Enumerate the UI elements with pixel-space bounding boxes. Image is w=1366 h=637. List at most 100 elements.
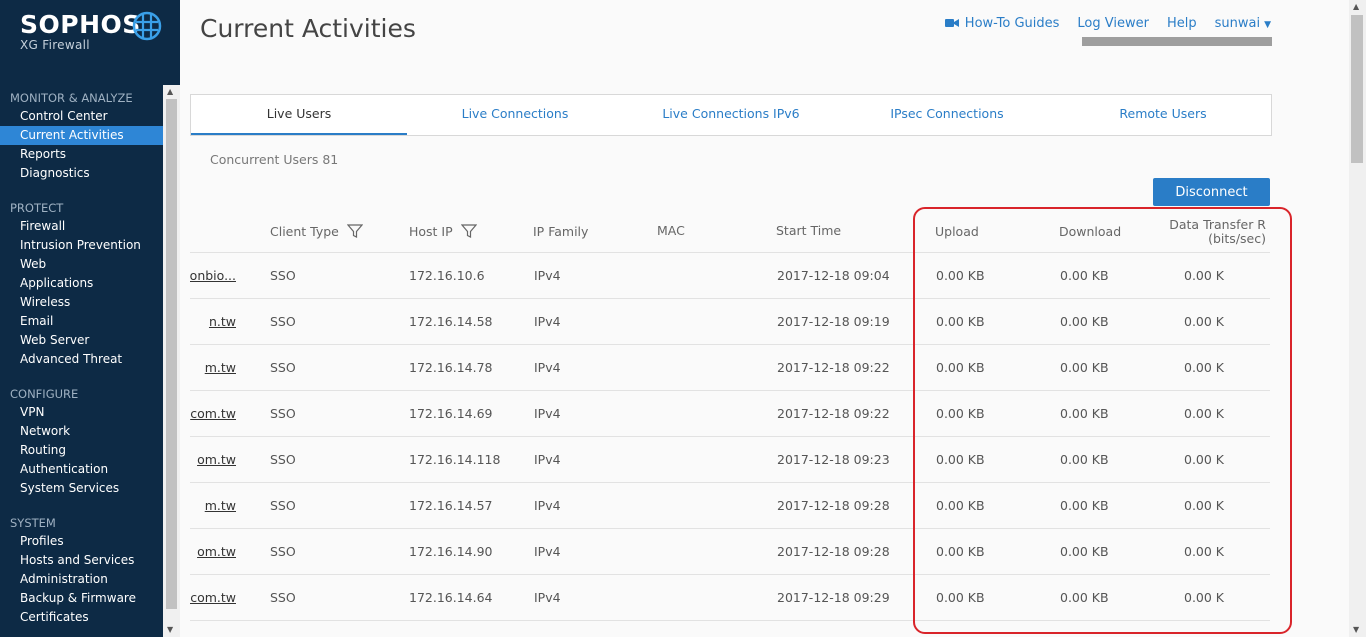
tab-remote-users[interactable]: Remote Users bbox=[1055, 95, 1271, 135]
disconnect-button[interactable]: Disconnect bbox=[1153, 178, 1270, 206]
cell-client-type: SSO bbox=[270, 498, 296, 513]
sidebar-item-network[interactable]: Network bbox=[0, 422, 163, 441]
how-to-guides-link[interactable]: How-To Guides bbox=[944, 16, 1059, 31]
user-menu[interactable]: sunwai ▼ bbox=[1215, 16, 1271, 31]
cell-host-ip: 172.16.14.78 bbox=[409, 360, 493, 375]
page-scrollbar[interactable]: ▲ ▼ bbox=[1349, 0, 1366, 637]
sidebar-item-web[interactable]: Web bbox=[0, 255, 163, 274]
table-row[interactable]: n.tw SSO 172.16.14.58 IPv4 2017-12-18 09:19 0… bbox=[190, 299, 1270, 345]
cell-upload: 0.00 KB bbox=[936, 406, 985, 421]
sidebar-item-administration[interactable]: Administration bbox=[0, 570, 163, 589]
nav-header-configure: CONFIGURE bbox=[10, 387, 79, 401]
column-header-data-transfer-rate[interactable]: Data Transfer R (bits/sec) bbox=[1169, 218, 1266, 246]
user-link[interactable]: onbio... bbox=[190, 268, 236, 283]
table-row[interactable]: om.tw SSO 172.16.14.90 IPv4 2017-12-18 09:28… bbox=[190, 529, 1270, 575]
sidebar-item-reports[interactable]: Reports bbox=[0, 145, 163, 164]
tab-live-connections-ipv6[interactable]: Live Connections IPv6 bbox=[623, 95, 839, 135]
sidebar-item-profiles[interactable]: Profiles bbox=[0, 532, 163, 551]
table-row[interactable]: .com.tw SSO 172.16.14.64 IPv4 2017-12-18 09:… bbox=[190, 575, 1270, 621]
tab-live-connections[interactable]: Live Connections bbox=[407, 95, 623, 135]
sidebar-item-system-services[interactable]: System Services bbox=[0, 479, 163, 498]
page-scrollbar-thumb[interactable] bbox=[1351, 15, 1363, 163]
table-row[interactable]: m.tw SSO 172.16.14.78 IPv4 2017-12-18 09:22 0… bbox=[190, 345, 1270, 391]
cell-download: 0.00 KB bbox=[1060, 544, 1109, 559]
cell-download: 0.00 KB bbox=[1060, 406, 1109, 421]
user-link[interactable]: m.tw bbox=[205, 498, 236, 513]
cell-upload: 0.00 KB bbox=[936, 544, 985, 559]
live-users-table: Client Type Host IP IP Family MAC Start … bbox=[190, 205, 1270, 621]
filter-icon[interactable] bbox=[460, 223, 477, 239]
cell-rate: 0.00 K bbox=[1184, 314, 1225, 329]
log-viewer-link[interactable]: Log Viewer bbox=[1077, 16, 1149, 31]
video-camera-icon bbox=[944, 19, 959, 27]
sidebar-item-hosts-and-services[interactable]: Hosts and Services bbox=[0, 551, 163, 570]
sidebar-item-current-activities[interactable]: Current Activities bbox=[0, 126, 163, 145]
column-header-upload[interactable]: Upload bbox=[935, 224, 979, 239]
nav-group-configure: CONFIGURE VPN Network Routing Authentica… bbox=[0, 386, 163, 498]
column-label: Client Type bbox=[270, 224, 339, 239]
sidebar-item-routing[interactable]: Routing bbox=[0, 441, 163, 460]
user-link[interactable]: om.tw bbox=[197, 544, 236, 559]
user-link[interactable]: m.tw bbox=[205, 360, 236, 375]
scroll-down-arrow-icon[interactable]: ▼ bbox=[1353, 625, 1359, 634]
user-link[interactable]: om.tw bbox=[197, 452, 236, 467]
tab-ipsec-connections[interactable]: IPsec Connections bbox=[839, 95, 1055, 135]
user-link[interactable]: n.tw bbox=[209, 314, 236, 329]
sidebar-item-web-server[interactable]: Web Server bbox=[0, 331, 163, 350]
filter-icon[interactable] bbox=[346, 223, 364, 239]
table-row[interactable]: om.tw SSO 172.16.14.118 IPv4 2017-12-18 09:2… bbox=[190, 437, 1270, 483]
cell-client-type: SSO bbox=[270, 452, 296, 467]
tab-live-users[interactable]: Live Users bbox=[191, 95, 407, 135]
sidebar-item-applications[interactable]: Applications bbox=[0, 274, 163, 293]
user-name: sunwai bbox=[1214, 16, 1261, 31]
cell-upload: 0.00 KB bbox=[936, 498, 985, 513]
sophos-logo[interactable]: SOPHOS XG Firewall bbox=[20, 10, 162, 52]
cell-client-type: SSO bbox=[270, 314, 296, 329]
table-row[interactable]: onbio... SSO 172.16.10.6 IPv4 2017-12-18 09:… bbox=[190, 253, 1270, 299]
column-header-download[interactable]: Download bbox=[1059, 224, 1121, 239]
cell-ip-family: IPv4 bbox=[534, 360, 561, 375]
cell-start-time: 2017-12-18 09:19 bbox=[777, 314, 890, 329]
sidebar-item-vpn[interactable]: VPN bbox=[0, 403, 163, 422]
column-header-ip-family[interactable]: IP Family bbox=[533, 224, 588, 239]
user-link[interactable]: .com.tw bbox=[190, 590, 236, 605]
cell-upload: 0.00 KB bbox=[936, 314, 985, 329]
scroll-up-arrow-icon[interactable]: ▲ bbox=[1353, 2, 1359, 11]
user-link[interactable]: com.tw bbox=[190, 406, 236, 421]
sidebar-item-backup-firmware[interactable]: Backup & Firmware bbox=[0, 589, 163, 608]
cell-download: 0.00 KB bbox=[1060, 314, 1109, 329]
sidebar-item-diagnostics[interactable]: Diagnostics bbox=[0, 164, 163, 183]
column-header-client-type[interactable]: Client Type bbox=[270, 223, 364, 239]
scroll-up-arrow-icon[interactable]: ▲ bbox=[167, 87, 173, 96]
sidebar-item-firewall[interactable]: Firewall bbox=[0, 217, 163, 236]
cell-start-time: 2017-12-18 09:22 bbox=[777, 360, 890, 375]
sidebar-item-email[interactable]: Email bbox=[0, 312, 163, 331]
help-link[interactable]: Help bbox=[1167, 16, 1197, 31]
cell-ip-family: IPv4 bbox=[534, 452, 561, 467]
cell-ip-family: IPv4 bbox=[534, 406, 561, 421]
cell-download: 0.00 KB bbox=[1060, 452, 1109, 467]
sidebar-scrollbar-thumb[interactable] bbox=[166, 99, 177, 609]
sidebar-item-wireless[interactable]: Wireless bbox=[0, 293, 163, 312]
nav-header-monitor: MONITOR & ANALYZE bbox=[10, 91, 133, 105]
cell-ip-family: IPv4 bbox=[534, 544, 561, 559]
sidebar-item-control-center[interactable]: Control Center bbox=[0, 107, 163, 126]
cell-host-ip: 172.16.14.57 bbox=[409, 498, 493, 513]
sidebar-item-certificates[interactable]: Certificates bbox=[0, 608, 163, 627]
cell-rate: 0.00 K bbox=[1184, 544, 1225, 559]
column-header-host-ip[interactable]: Host IP bbox=[409, 223, 477, 239]
cell-client-type: SSO bbox=[270, 590, 296, 605]
sidebar-item-intrusion-prevention[interactable]: Intrusion Prevention bbox=[0, 236, 163, 255]
sidebar-item-advanced-threat[interactable]: Advanced Threat bbox=[0, 350, 163, 369]
table-row[interactable]: com.tw SSO 172.16.14.69 IPv4 2017-12-18 09:2… bbox=[190, 391, 1270, 437]
column-header-start-time[interactable]: Start Time bbox=[776, 223, 841, 238]
column-header-mac[interactable]: MAC bbox=[657, 223, 685, 238]
table-row[interactable]: m.tw SSO 172.16.14.57 IPv4 2017-12-18 09:28 0… bbox=[190, 483, 1270, 529]
nav-group-protect: PROTECT Firewall Intrusion Prevention We… bbox=[0, 200, 163, 369]
sidebar-item-authentication[interactable]: Authentication bbox=[0, 460, 163, 479]
scroll-down-arrow-icon[interactable]: ▼ bbox=[167, 625, 173, 634]
cell-rate: 0.00 K bbox=[1184, 268, 1225, 283]
sidebar-scrollbar[interactable]: ▲ ▼ bbox=[163, 85, 180, 637]
concurrent-users-count: Concurrent Users 81 bbox=[210, 152, 339, 167]
brand-name: SOPHOS bbox=[20, 10, 141, 39]
